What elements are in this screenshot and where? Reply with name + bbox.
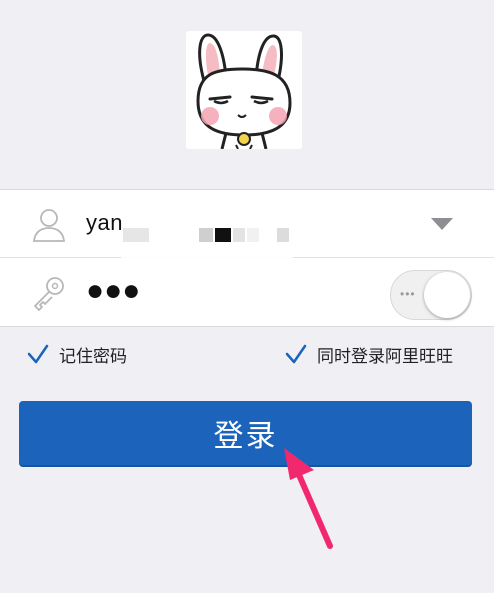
checkmark-icon (285, 344, 307, 364)
remember-password-option[interactable]: 记住密码 (27, 339, 127, 369)
show-password-toggle[interactable]: ••• (390, 270, 472, 320)
toggle-knob (424, 272, 470, 318)
username-row[interactable]: yan (0, 190, 494, 257)
password-input[interactable]: ●●● (86, 274, 140, 308)
bunny-avatar-icon (196, 33, 292, 149)
profile-avatar[interactable] (186, 31, 302, 149)
checkmark-icon (27, 344, 49, 364)
username-input[interactable]: yan (86, 210, 123, 236)
login-wangwang-option[interactable]: 同时登录阿里旺旺 (285, 339, 453, 369)
key-icon (34, 277, 64, 311)
dots-icon: ••• (400, 287, 416, 301)
remember-password-label: 记住密码 (59, 346, 127, 366)
pointer-arrow-icon (284, 448, 333, 549)
login-wangwang-label: 同时登录阿里旺旺 (317, 346, 453, 366)
login-form: yan ●●● ••• (0, 189, 494, 327)
login-button[interactable]: 登录 (19, 401, 472, 467)
triangle-down-icon[interactable] (431, 218, 453, 230)
user-icon (32, 209, 66, 242)
